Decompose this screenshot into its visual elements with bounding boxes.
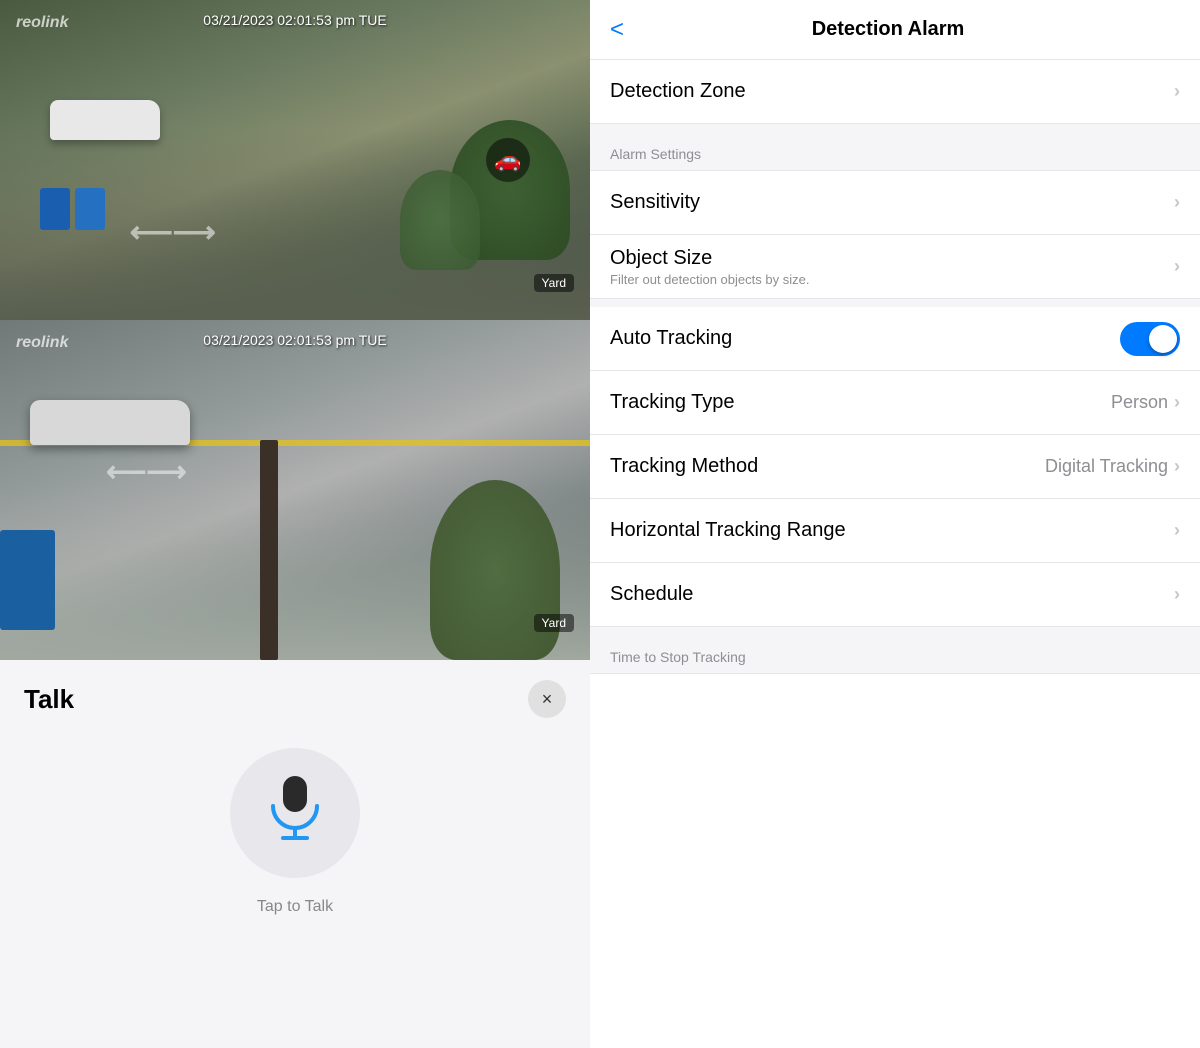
auto-tracking-toggle[interactable]	[1120, 322, 1180, 356]
chevron-icon: ›	[1174, 584, 1180, 605]
detection-zone-label: Detection Zone	[610, 80, 1174, 103]
tracking-method-item[interactable]: Tracking Method Digital Tracking ›	[590, 435, 1200, 499]
chevron-icon: ›	[1174, 256, 1180, 277]
horizontal-tracking-item[interactable]: Horizontal Tracking Range ›	[590, 499, 1200, 563]
schedule-item[interactable]: Schedule ›	[590, 563, 1200, 627]
detection-zone-item[interactable]: Detection Zone ›	[590, 60, 1200, 124]
close-button[interactable]: ×	[528, 680, 566, 718]
auto-tracking-label: Auto Tracking	[610, 327, 1120, 350]
talk-section: Talk × Tap to Talk	[0, 660, 590, 1048]
mic-button[interactable]	[230, 748, 360, 878]
tracking-type-label: Tracking Type	[610, 391, 1111, 414]
spacer	[590, 627, 1200, 635]
object-size-item[interactable]: Object Size Filter out detection objects…	[590, 235, 1200, 299]
horizontal-tracking-label: Horizontal Tracking Range	[610, 519, 1174, 542]
chevron-icon: ›	[1174, 192, 1180, 213]
mic-container: Tap to Talk	[24, 748, 566, 916]
timestamp-bottom: 03/21/2023 02:01:53 pm TUE	[203, 332, 386, 348]
object-size-content: Object Size Filter out detection objects…	[610, 247, 1174, 287]
sensitivity-label: Sensitivity	[610, 191, 1174, 214]
camera-feed-bottom: ⟵⟶ 03/21/2023 02:01:53 pm TUE reolink Ya…	[0, 320, 590, 660]
chevron-icon: ›	[1174, 456, 1180, 477]
time-to-stop-section: Time to Stop Tracking	[590, 635, 1200, 674]
spacer	[590, 299, 1200, 307]
object-size-sub: Filter out detection objects by size.	[610, 272, 1174, 287]
alarm-settings-section: Alarm Settings	[590, 132, 1200, 171]
brand-logo-bottom: reolink	[16, 334, 68, 352]
menu-list: Detection Zone › Alarm Settings Sensitiv…	[590, 60, 1200, 1048]
left-panel: ⟵⟶ 🚗 03/21/2023 02:01:53 pm TUE reolink …	[0, 0, 590, 1048]
chevron-icon: ›	[1174, 520, 1180, 541]
talk-header: Talk ×	[24, 680, 566, 718]
chevron-icon: ›	[1174, 392, 1180, 413]
object-size-label: Object Size	[610, 247, 1174, 270]
tracking-type-item[interactable]: Tracking Type Person ›	[590, 371, 1200, 435]
tracking-method-label: Tracking Method	[610, 455, 1045, 478]
talk-title: Talk	[24, 684, 74, 715]
right-panel: < Detection Alarm Detection Zone › Alarm…	[590, 0, 1200, 1048]
tap-to-talk-label: Tap to Talk	[257, 898, 333, 916]
header: < Detection Alarm	[590, 0, 1200, 60]
car-detection-icon: 🚗	[486, 138, 530, 182]
yard-badge-top: Yard	[534, 274, 574, 292]
chevron-icon: ›	[1174, 81, 1180, 102]
mic-icon	[265, 772, 325, 855]
camera-feed-top: ⟵⟶ 🚗 03/21/2023 02:01:53 pm TUE reolink …	[0, 0, 590, 320]
spacer	[590, 124, 1200, 132]
yard-badge-bottom: Yard	[534, 614, 574, 632]
schedule-label: Schedule	[610, 583, 1174, 606]
auto-tracking-item[interactable]: Auto Tracking	[590, 307, 1200, 371]
back-button[interactable]: <	[610, 12, 636, 48]
tracking-type-value: Person	[1111, 392, 1168, 413]
toggle-knob	[1149, 325, 1177, 353]
tracking-method-value: Digital Tracking	[1045, 456, 1168, 477]
brand-logo-top: reolink	[16, 14, 68, 32]
page-title: Detection Alarm	[636, 18, 1140, 41]
sensitivity-item[interactable]: Sensitivity ›	[590, 171, 1200, 235]
timestamp-top: 03/21/2023 02:01:53 pm TUE	[203, 12, 386, 28]
